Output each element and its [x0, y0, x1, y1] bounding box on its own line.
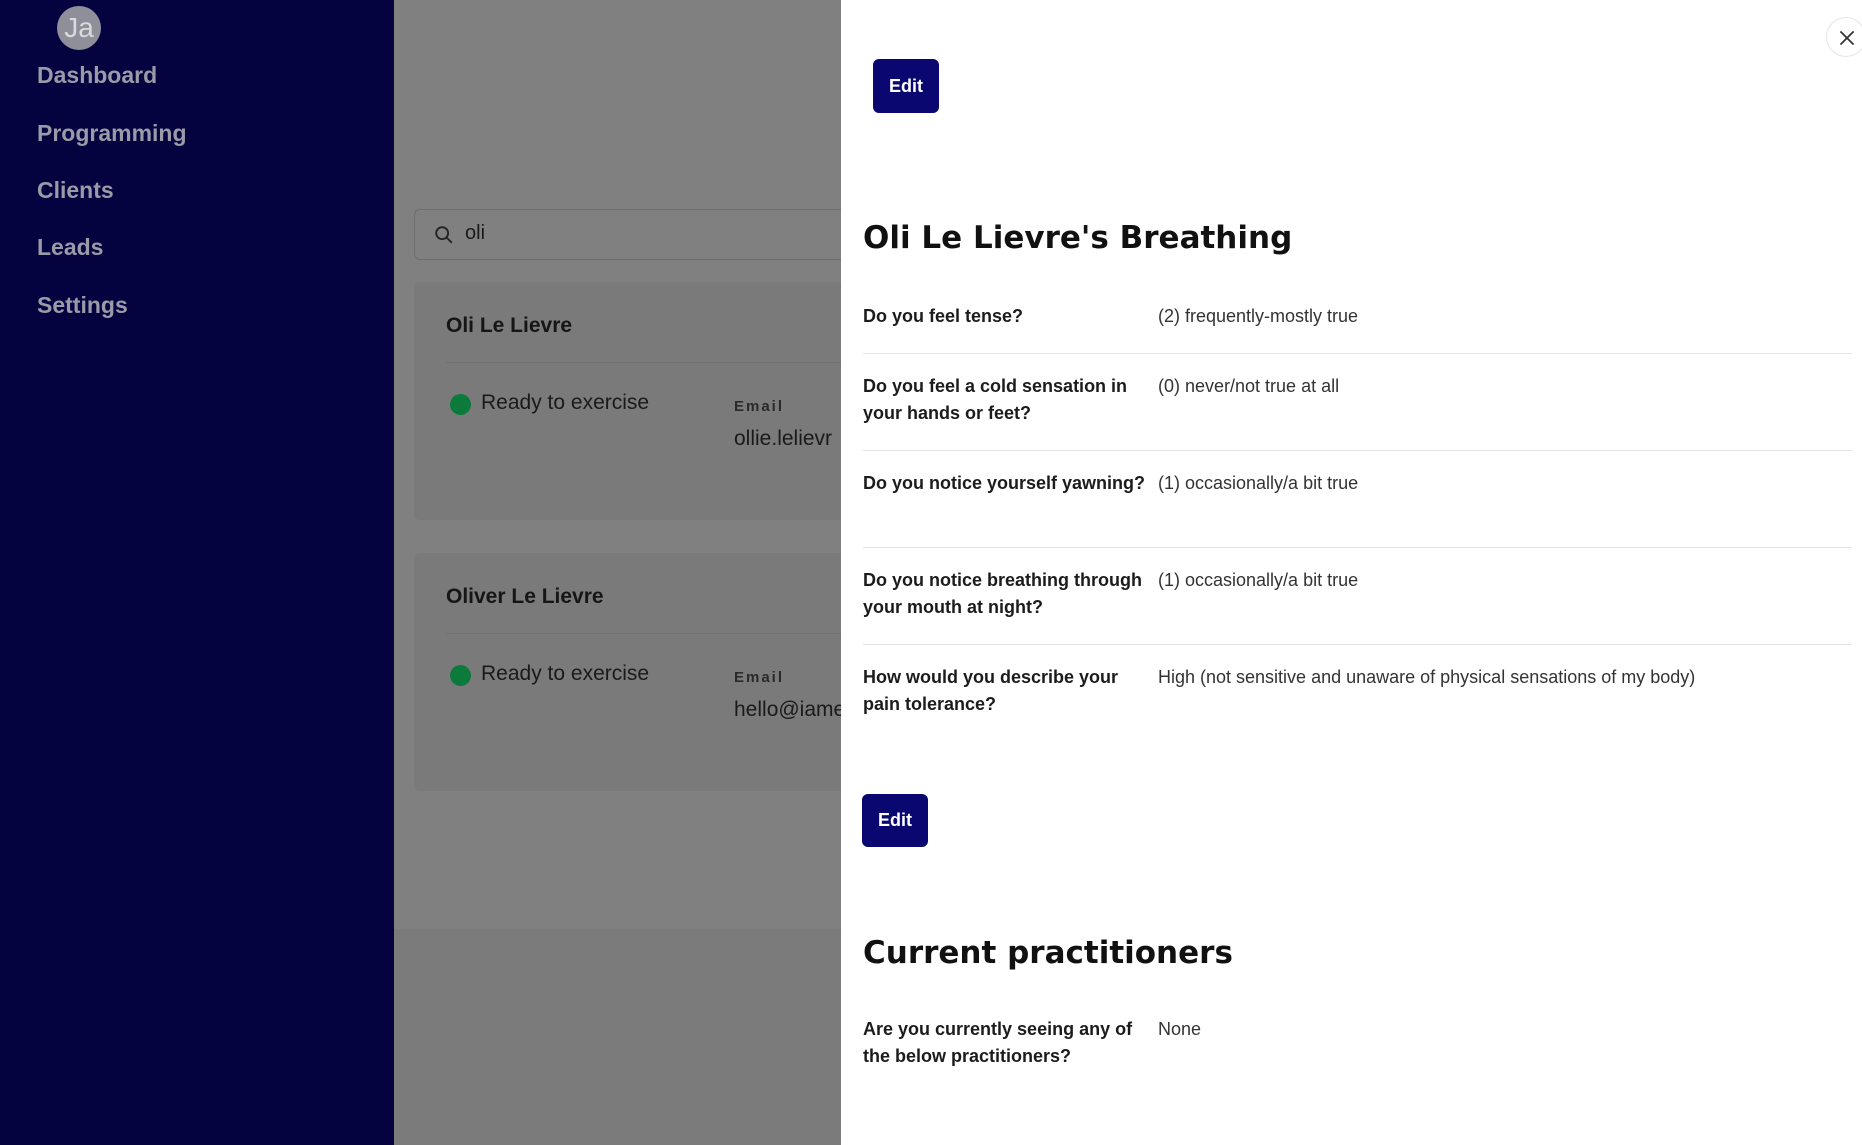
- search-value: oli: [465, 222, 486, 244]
- search-input[interactable]: oli: [414, 209, 841, 260]
- row-divider: [863, 644, 1852, 645]
- client-card[interactable]: Oli Le Lievre Ready to exercise Email ol…: [414, 282, 841, 520]
- answer-value: None: [1158, 1019, 1202, 1039]
- question-label: Do you notice breathing through your mou…: [863, 570, 1142, 617]
- question-label: Do you notice yourself yawning?: [863, 473, 1146, 493]
- card-divider: [446, 362, 841, 363]
- row-divider: [863, 353, 1852, 354]
- sidebar-item-clients[interactable]: Clients: [37, 177, 114, 204]
- question-label: Do you feel tense?: [863, 306, 1024, 326]
- client-status: Ready to exercise: [481, 391, 650, 414]
- card-divider: [446, 633, 841, 634]
- answer-value: (0) never/not true at all: [1158, 376, 1340, 396]
- edit-button-bottom[interactable]: Edit: [862, 794, 928, 847]
- edit-button-top[interactable]: Edit: [873, 59, 939, 113]
- status-dot-icon: [450, 394, 471, 415]
- answer-value: (1) occasionally/a bit true: [1158, 570, 1359, 590]
- avatar[interactable]: Ja: [57, 6, 101, 50]
- row-divider: [863, 547, 1852, 548]
- sidebar-item-dashboard[interactable]: Dashboard: [37, 62, 157, 89]
- breathing-section-title: Oli Le Lievre's Breathing: [863, 220, 1293, 256]
- row-divider: [863, 450, 1852, 451]
- main-content-lower: [394, 929, 841, 1145]
- client-name: Oliver Le Lievre: [446, 585, 604, 608]
- status-dot-icon: [450, 665, 471, 686]
- client-details-drawer: Edit Oli Le Lievre's Breathing Do you fe…: [841, 0, 1862, 1145]
- email-label: Email: [734, 669, 785, 686]
- close-icon: [1840, 31, 1854, 45]
- close-button[interactable]: [1826, 17, 1862, 57]
- sidebar: Ja Dashboard Programming Clients Leads S…: [0, 0, 394, 1145]
- client-email: ollie.lelievr: [734, 427, 833, 450]
- answer-value: (1) occasionally/a bit true: [1158, 473, 1359, 493]
- sidebar-item-programming[interactable]: Programming: [37, 120, 187, 147]
- answer-value: (2) frequently-mostly true: [1158, 306, 1359, 326]
- sidebar-item-leads[interactable]: Leads: [37, 234, 103, 261]
- practitioners-section-title: Current practitioners: [863, 935, 1233, 971]
- search-icon: [435, 226, 453, 244]
- email-label: Email: [734, 398, 785, 415]
- client-name: Oli Le Lievre: [446, 314, 573, 337]
- question-label: Are you currently seeing any of the belo…: [863, 1019, 1133, 1066]
- question-label: Do you feel a cold sensation in your han…: [863, 376, 1128, 423]
- client-status: Ready to exercise: [481, 662, 650, 685]
- client-email: hello@iame: [734, 698, 841, 721]
- question-label: How would you describe your pain toleran…: [863, 667, 1119, 714]
- client-card[interactable]: Oliver Le Lievre Ready to exercise Email…: [414, 553, 841, 791]
- sidebar-item-settings[interactable]: Settings: [37, 292, 128, 319]
- answer-value: High (not sensitive and unaware of physi…: [1158, 667, 1696, 687]
